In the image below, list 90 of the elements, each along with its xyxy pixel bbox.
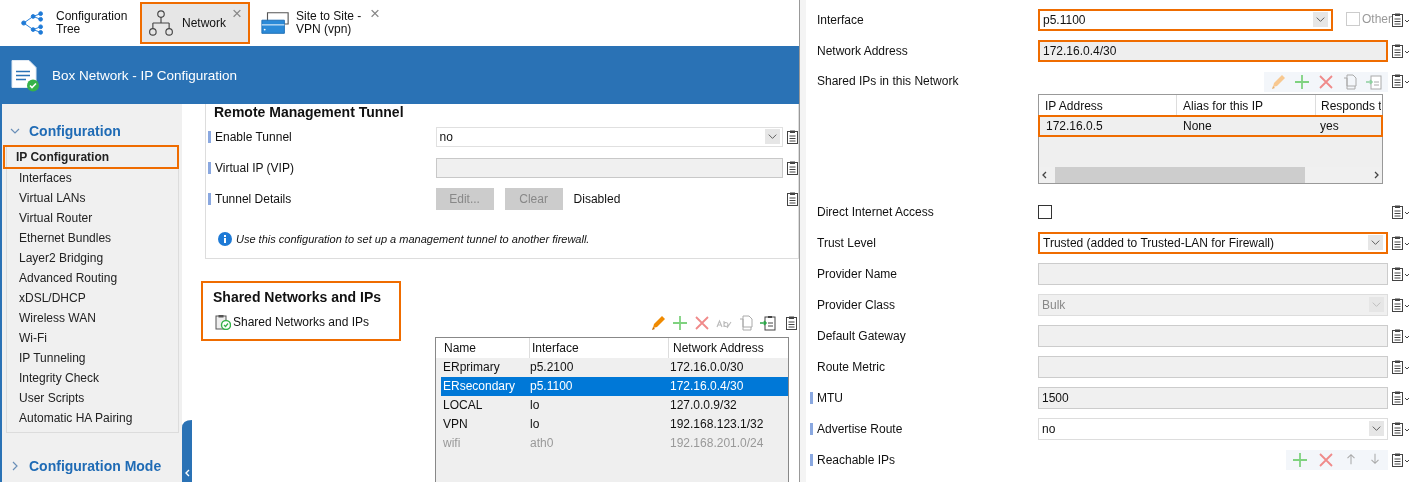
clipboard-icon[interactable]	[1392, 297, 1410, 312]
clipboard-icon[interactable]	[787, 160, 798, 175]
import-icon[interactable]	[760, 315, 776, 331]
table-row[interactable]: LOCAL lo 127.0.0.9/32	[441, 396, 788, 415]
nav-item[interactable]: Virtual LANs	[7, 188, 179, 208]
dropdown[interactable]: Trusted (added to Trusted-LAN for Firewall)	[1038, 231, 1388, 254]
dropdown[interactable]: no	[1038, 417, 1388, 440]
input-field[interactable]	[1038, 262, 1388, 285]
tab[interactable]: Site to Site - VPN (vpn) ×	[256, 4, 386, 42]
clipboard-icon[interactable]	[1392, 359, 1410, 374]
table-row[interactable]: ERsecondary p5.1100 172.16.0.4/30	[441, 377, 788, 396]
checkbox-label: Other	[1362, 11, 1392, 26]
clipboard-icon[interactable]	[1392, 328, 1410, 343]
chevron-icon	[10, 126, 20, 136]
clipboard-icon[interactable]	[1392, 43, 1410, 58]
input-field[interactable]	[1038, 355, 1388, 378]
clipboard-icon[interactable]	[1392, 452, 1410, 467]
clipboard-icon[interactable]	[1392, 266, 1410, 281]
nav-item[interactable]: IP Configuration	[5, 147, 178, 167]
nav-item[interactable]: User Scripts	[7, 388, 179, 408]
dropdown[interactable]: p5.1100	[1038, 8, 1333, 31]
clipboard-icon[interactable]	[1392, 421, 1410, 436]
tab[interactable]: Configuration Tree	[16, 4, 126, 42]
nav-item[interactable]: Interfaces	[7, 168, 179, 188]
clipboard-icon[interactable]	[787, 191, 798, 206]
nav-item[interactable]: xDSL/DHCP	[7, 288, 179, 308]
page-title: Box Network - IP Configuration	[52, 67, 238, 83]
input-field[interactable]	[435, 157, 783, 178]
field-label: Reachable IPs	[817, 452, 896, 467]
info-text: Use this configuration to set up a management tunnel to another firewall.	[236, 233, 590, 245]
nav-item[interactable]: Advanced Routing	[7, 268, 179, 288]
nav-item[interactable]: Virtual Router	[7, 208, 179, 228]
field-label: MTU	[817, 390, 843, 405]
clipboard-icon[interactable]	[787, 129, 798, 144]
nav-item[interactable]: Integrity Check	[7, 368, 179, 388]
horizontal-scrollbar[interactable]	[1039, 167, 1382, 183]
nav-item[interactable]: Wi-Fi	[7, 328, 179, 348]
status-text: Disabled	[573, 191, 621, 206]
field-label: Tunnel Details	[215, 191, 293, 206]
document-check-icon	[10, 58, 40, 92]
nav-item[interactable]: Wireless WAN	[7, 308, 179, 328]
nav-item[interactable]: Ethernet Bundles	[7, 228, 179, 248]
field-label: Advertise Route	[817, 421, 903, 436]
server-icon	[260, 10, 290, 36]
column-header[interactable]: Alias for this IP	[1177, 95, 1316, 117]
close-button[interactable]: ×	[370, 6, 380, 22]
input-field[interactable]: 1500	[1038, 386, 1388, 409]
chevron-icon	[10, 461, 20, 471]
field-label: Network Address	[817, 43, 908, 58]
section-header[interactable]: Configuration	[2, 122, 121, 140]
clipboard-icon[interactable]	[1392, 390, 1410, 405]
input-field[interactable]: 172.16.0.4/30	[1038, 39, 1388, 62]
input-field[interactable]	[1038, 324, 1388, 347]
field-label: Provider Class	[817, 297, 896, 312]
clipboard-icon[interactable]	[1392, 12, 1410, 27]
column-header[interactable]: Name	[442, 338, 530, 358]
collapse-handle[interactable]	[182, 420, 193, 482]
nav-item[interactable]: Layer2 Bridging	[7, 248, 179, 268]
table-row[interactable]: VPN lo 192.168.123.1/32	[441, 415, 788, 434]
tab[interactable]: Network ×	[142, 4, 248, 42]
table-row[interactable]: 172.16.0.5 None yes	[1040, 117, 1381, 135]
clipboard-icon[interactable]	[786, 316, 797, 330]
clipboard-icon[interactable]	[1392, 235, 1410, 250]
clipboard-icon[interactable]	[1392, 204, 1410, 219]
clipboard-icon[interactable]	[1392, 74, 1410, 88]
dropdown[interactable]: no	[435, 126, 783, 147]
field-label: Provider Name	[817, 266, 898, 281]
field-label: Enable Tunnel	[215, 129, 293, 144]
column-header[interactable]: Responds t	[1316, 95, 1381, 117]
checkbox[interactable]	[1038, 204, 1052, 219]
field-label: Interface	[817, 12, 864, 27]
section-title: Remote Management Tunnel	[213, 104, 405, 121]
clipboard-check-icon	[215, 314, 231, 330]
field-label: Route Metric	[817, 359, 886, 374]
table-row[interactable]: ERprimary p5.2100 172.16.0.0/30	[441, 358, 788, 377]
item-label: Shared Networks and IPs	[233, 315, 370, 329]
section-header[interactable]: Configuration Mode	[2, 457, 162, 475]
nav-item[interactable]: Automatic HA Pairing	[7, 408, 179, 428]
column-header[interactable]: Interface	[530, 338, 669, 358]
field-label: Shared IPs in this Network	[817, 74, 959, 88]
field-label: Trust Level	[817, 235, 876, 250]
section-title: Shared Networks and IPs	[212, 289, 383, 306]
network-icon	[146, 10, 176, 36]
field-label: Default Gateway	[817, 328, 906, 343]
nav-item[interactable]: IP Tunneling	[7, 348, 179, 368]
field-label: Direct Internet Access	[817, 204, 934, 219]
column-header[interactable]: IP Address	[1039, 95, 1177, 117]
info-icon	[218, 232, 232, 246]
column-header[interactable]: Network Address	[669, 338, 785, 358]
field-label: Virtual IP (VIP)	[215, 160, 295, 175]
